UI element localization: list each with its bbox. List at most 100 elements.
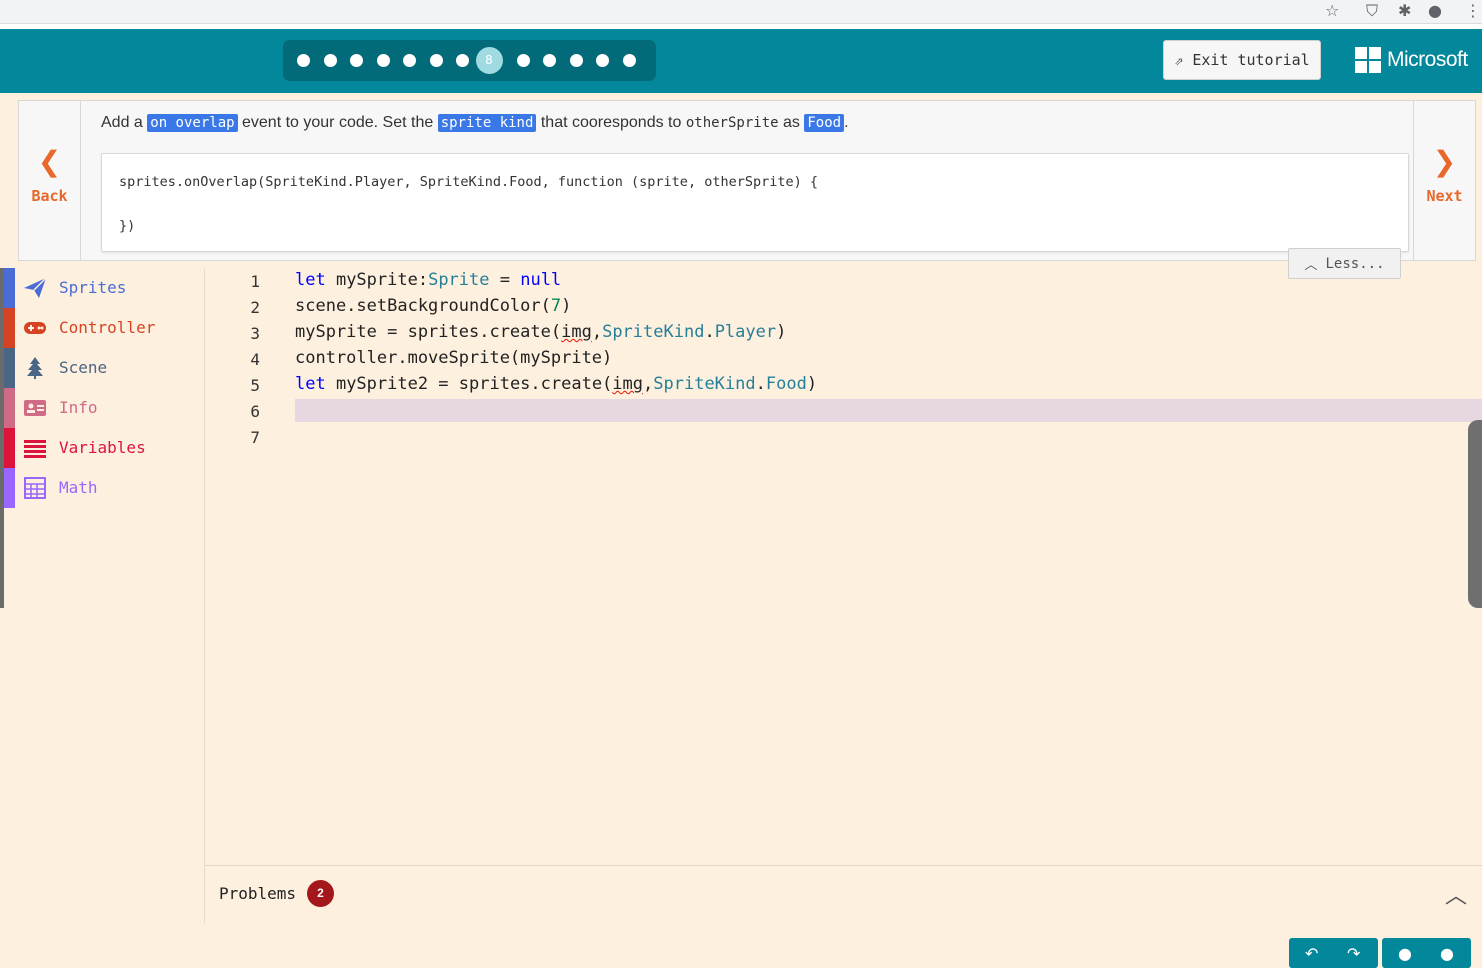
category-stripe <box>4 388 15 428</box>
microsoft-logo[interactable]: Microsoft <box>1355 47 1468 73</box>
code-token-error: img <box>561 322 592 342</box>
code-token: = <box>489 270 521 290</box>
undo-icon[interactable]: ↶ <box>1305 944 1318 963</box>
instruction-highlight-sprite-kind: sprite kind <box>437 114 537 132</box>
code-token: let <box>295 374 326 394</box>
toolbox-item-variables[interactable]: Variables <box>4 428 204 468</box>
category-stripe <box>4 468 15 508</box>
id-card-icon <box>24 400 46 416</box>
exit-tutorial-label: Exit tutorial <box>1192 51 1310 69</box>
line-number: 6 <box>250 402 260 421</box>
code-token: , <box>591 322 603 342</box>
progress-dot[interactable] <box>596 54 609 67</box>
toolbox-label: Sprites <box>59 278 127 297</box>
problems-panel[interactable]: Problems 2 ︿ <box>205 865 1482 924</box>
hint-code: sprites.onOverlap(SpriteKind.Player, Spr… <box>119 174 818 234</box>
tutorial-progress: 8 <box>283 40 656 81</box>
toolbox-item-controller[interactable]: Controller <box>4 308 204 348</box>
list-icon <box>24 440 46 458</box>
tree-icon <box>27 357 43 379</box>
toolbox-item-sprites[interactable]: Sprites <box>4 268 204 308</box>
line-number: 7 <box>250 428 260 447</box>
code-token: ) <box>806 374 818 394</box>
progress-dot[interactable] <box>456 54 469 67</box>
code-token: 7 <box>550 296 562 316</box>
undo-redo-buttons[interactable]: ↶ ↷ <box>1289 938 1378 968</box>
line-number: 2 <box>250 298 260 317</box>
code-line-1[interactable]: let mySprite:Sprite = null <box>295 270 561 290</box>
category-stripe <box>4 348 15 388</box>
zoom-out-icon[interactable]: ● <box>1398 944 1412 963</box>
code-token: mySprite: <box>325 270 429 290</box>
calculator-icon <box>24 477 46 499</box>
code-token: SpriteKind <box>602 322 705 342</box>
tutorial-instruction: Add a on overlap event to your code. Set… <box>101 114 849 132</box>
star-icon[interactable]: ☆ <box>1325 1 1339 20</box>
progress-dot[interactable] <box>403 54 416 67</box>
code-token: controller.moveSprite(mySprite) <box>295 348 613 368</box>
zoom-buttons[interactable]: ● ● <box>1382 938 1471 968</box>
progress-dot[interactable] <box>543 54 556 67</box>
kebab-menu-icon[interactable]: ⋮ <box>1465 1 1481 20</box>
toolbox-label: Scene <box>59 358 108 377</box>
code-token: mySprite = sprites.create( <box>295 322 562 342</box>
next-label: Next <box>1426 187 1463 205</box>
code-line-4[interactable]: controller.moveSprite(mySprite) <box>295 348 612 368</box>
tutorial-hint-panel: ❮ Back Add a on overlap event to your co… <box>18 100 1476 261</box>
hint-code-block: sprites.onOverlap(SpriteKind.Player, Spr… <box>101 153 1409 252</box>
progress-dot[interactable] <box>350 54 363 67</box>
code-token: null <box>520 270 562 290</box>
code-token: Player <box>714 322 777 342</box>
line-number: 5 <box>250 376 260 395</box>
code-line-5[interactable]: let mySprite2 = sprites.create(img,Sprit… <box>295 374 817 394</box>
code-line-3[interactable]: mySprite = sprites.create(img,SpriteKind… <box>295 322 786 342</box>
gamepad-icon <box>24 322 46 334</box>
back-label: Back <box>31 187 68 205</box>
zoom-in-icon[interactable]: ● <box>1440 944 1454 963</box>
progress-dot[interactable] <box>323 54 337 67</box>
progress-dot[interactable] <box>297 54 310 67</box>
paper-plane-icon <box>24 277 47 298</box>
code-line-2[interactable]: scene.setBackgroundColor(7) <box>295 296 571 316</box>
toolbox-label: Controller <box>59 318 156 337</box>
code-token: . <box>755 374 766 394</box>
profile-icon[interactable]: ● <box>1428 1 1442 20</box>
progress-dot[interactable] <box>376 54 390 67</box>
progress-dot[interactable] <box>622 54 636 67</box>
instruction-text: event to your code. Set the <box>237 114 438 131</box>
progress-dot-current[interactable]: 8 <box>475 47 503 74</box>
toolbox-item-info[interactable]: Info <box>4 388 204 428</box>
brand-label: Microsoft <box>1387 48 1468 71</box>
progress-dot[interactable] <box>569 54 583 67</box>
code-token: ) <box>561 296 572 316</box>
instruction-text: . <box>844 114 849 131</box>
code-token: mySprite2 = sprites.create( <box>325 374 613 394</box>
side-panel-toggle[interactable] <box>1468 420 1482 608</box>
puzzle-extension-icon[interactable]: ✱ <box>1398 1 1411 20</box>
windows-logo-icon <box>1355 47 1381 73</box>
next-button[interactable]: ❯ Next <box>1413 101 1475 260</box>
code-token: let <box>295 270 326 290</box>
exit-tutorial-button[interactable]: ⇗ Exit tutorial <box>1163 40 1321 80</box>
instruction-highlight-food: Food <box>804 114 845 132</box>
browser-toolbar: ☆ ⛉ ✱ ● ⋮ <box>0 0 1482 24</box>
chevron-right-icon: ❯ <box>1432 145 1457 178</box>
instruction-code-other-sprite: otherSprite <box>685 115 779 131</box>
toolbox: Sprites Controller Scene Info Variables … <box>4 268 205 923</box>
progress-dot[interactable] <box>429 54 443 67</box>
category-stripe <box>4 428 15 468</box>
external-link-icon: ⇗ <box>1174 51 1184 69</box>
toolbox-label: Variables <box>59 438 146 457</box>
back-button[interactable]: ❮ Back <box>19 101 81 260</box>
code-token: Sprite <box>428 270 490 290</box>
shield-extension-icon[interactable]: ⛉ <box>1366 1 1378 21</box>
progress-dot[interactable] <box>516 54 530 67</box>
problems-count-badge: 2 <box>307 880 334 907</box>
toolbox-item-math[interactable]: Math <box>4 468 204 508</box>
toolbox-item-scene[interactable]: Scene <box>4 348 204 388</box>
instruction-text: that cooresponds to <box>536 114 686 131</box>
redo-icon[interactable]: ↷ <box>1347 944 1360 963</box>
line-number: 4 <box>250 350 260 369</box>
chevron-up-icon[interactable]: ︿ <box>1445 878 1467 910</box>
code-token: Food <box>765 374 807 394</box>
